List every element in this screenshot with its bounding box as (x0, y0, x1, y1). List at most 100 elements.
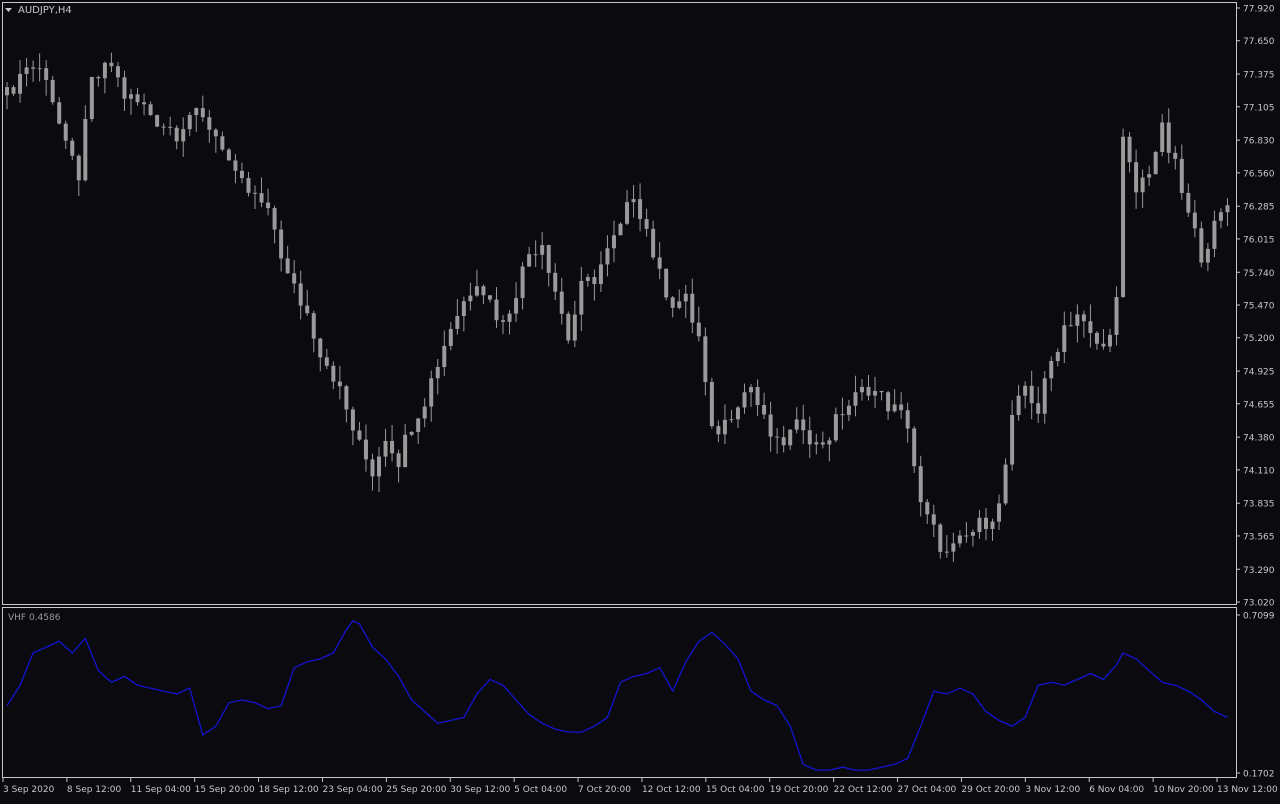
candle-body (233, 160, 238, 171)
candle-body (468, 295, 473, 302)
candle-body (1212, 220, 1217, 249)
candle-body (181, 129, 186, 142)
candle-body (1225, 205, 1230, 213)
candle-body (768, 414, 773, 437)
candle-body (670, 297, 675, 308)
candle-body (892, 404, 897, 412)
candle-body (611, 235, 616, 249)
candle-body (1107, 334, 1112, 347)
candle-body (592, 277, 597, 285)
candle-body (292, 273, 297, 284)
candle-body (481, 286, 486, 296)
candle-body (435, 366, 440, 379)
chart-symbol-title: AUDJPY,H4 (18, 5, 72, 16)
candle-body (194, 108, 199, 116)
candle-body (951, 543, 956, 552)
candle-body (716, 426, 721, 435)
candle-body (735, 407, 740, 420)
candle-body (801, 419, 806, 431)
time-tick-label: 3 Nov 12:00 (1025, 785, 1080, 795)
candle-body (912, 428, 917, 467)
candle-body (259, 193, 264, 203)
candle-body (1121, 136, 1126, 298)
candle-body (1101, 343, 1106, 347)
candle-body (997, 503, 1002, 522)
price-tick-label: 73.020 (1243, 599, 1275, 609)
candle-body (142, 102, 147, 105)
chart-canvas[interactable]: AUDJPY,H4 VHF 0.4586 77.92077.65077.3757… (0, 0, 1280, 800)
candle-body (253, 192, 258, 194)
candle-body (585, 277, 590, 281)
price-tick-label: 76.015 (1243, 235, 1275, 245)
candle-body (350, 409, 355, 431)
candles-group (5, 52, 1230, 562)
time-tick-label: 22 Oct 12:00 (834, 785, 893, 795)
candle-body (1179, 158, 1184, 193)
candle-body (494, 299, 499, 321)
candle-body (1029, 385, 1034, 404)
candle-body (964, 535, 969, 537)
price-tick-label: 76.830 (1243, 137, 1275, 147)
candle-body (990, 521, 995, 529)
candle-body (1192, 212, 1197, 229)
candle-body (63, 123, 68, 141)
candle-body (37, 68, 42, 70)
candle-body (1147, 174, 1152, 178)
candle-body (377, 456, 382, 477)
candle-body (683, 293, 688, 302)
candle-body (96, 77, 101, 79)
candle-body (970, 532, 975, 536)
candle-body (918, 466, 923, 503)
candle-body (279, 229, 284, 259)
candle-body (83, 119, 88, 181)
time-tick-label: 15 Sep 20:00 (195, 785, 255, 795)
candle-body (363, 439, 368, 460)
candle-body (1173, 152, 1178, 159)
triangle-down-icon[interactable] (5, 8, 12, 12)
candle-body (5, 87, 9, 96)
time-tick-label: 18 Sep 12:00 (259, 785, 319, 795)
candle-body (873, 390, 878, 396)
candle-body (840, 414, 845, 416)
candle-body (501, 320, 506, 322)
time-tick-label: 8 Sep 12:00 (67, 785, 122, 795)
candle-body (514, 298, 519, 314)
candle-body (311, 313, 316, 339)
candle-body (540, 245, 545, 255)
candle-body (651, 228, 656, 258)
candle-body (1036, 403, 1041, 414)
candle-body (520, 266, 525, 299)
candle-body (703, 336, 708, 383)
candle-body (409, 431, 414, 435)
price-tick-label: 74.110 (1243, 466, 1275, 476)
candle-body (625, 202, 630, 224)
candle-body (155, 115, 160, 127)
candle-body (1023, 385, 1028, 396)
price-tick-label: 73.835 (1243, 500, 1275, 510)
candle-body (448, 328, 453, 346)
price-tick-label: 74.655 (1243, 400, 1275, 410)
price-tick-label: 75.470 (1243, 302, 1275, 312)
candle-body (148, 104, 153, 116)
chart-window[interactable]: AUDJPY,H4 VHF 0.4586 77.920 77.650 77.375 7… (0, 0, 1280, 800)
candle-body (57, 102, 62, 124)
price-tick-label: 76.285 (1243, 203, 1275, 213)
candle-body (1068, 325, 1073, 327)
time-axis: 3 Sep 2020 8 Sep 12:00 11 Sep 04:00 15 Sep … (2, 778, 1278, 795)
candle-body (50, 79, 55, 103)
candle-body (905, 410, 910, 429)
candle-body (755, 387, 760, 406)
candle-body (44, 68, 49, 80)
candle-body (742, 392, 747, 408)
candle-body (89, 77, 94, 120)
price-tick-label: 77.375 (1243, 71, 1275, 81)
time-tick-label: 7 Oct 20:00 (578, 785, 631, 795)
candle-body (1205, 248, 1210, 263)
candle-body (442, 345, 447, 367)
candle-body (1081, 314, 1086, 322)
candle-body (866, 386, 871, 396)
candle-body (474, 286, 479, 296)
candle-body (1127, 136, 1132, 163)
candle-body (331, 365, 336, 382)
vhf-line (6, 619, 1228, 771)
